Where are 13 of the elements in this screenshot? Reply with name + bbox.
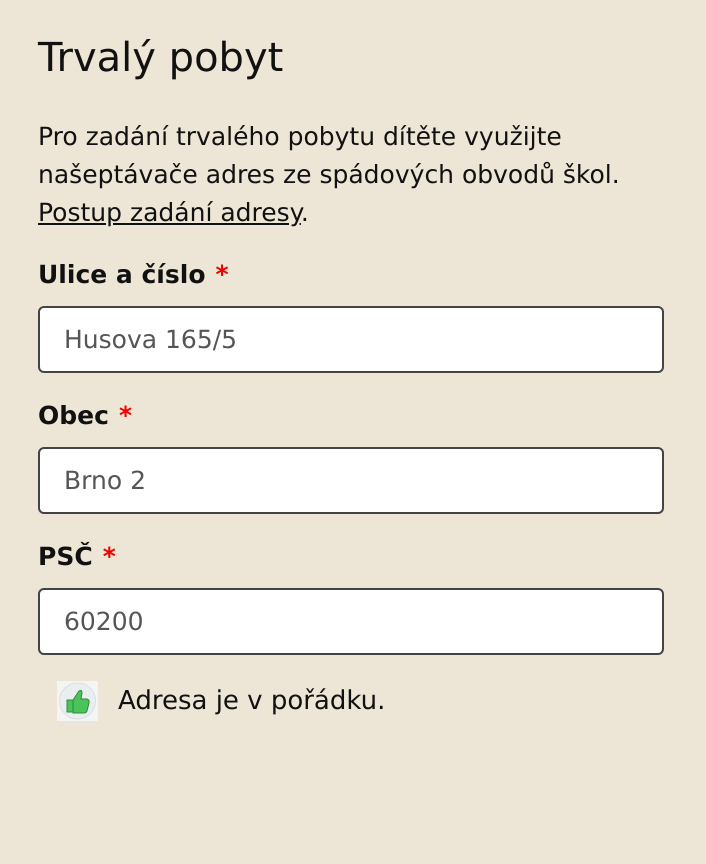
page-title: Trvalý pobyt	[38, 34, 284, 83]
intro-paragraph: Pro zadání trvalého pobytu dítěte využijte našeptávače adres ze spádových obvodů škol. Postup zadání adresy.	[38, 121, 621, 229]
address-help-link[interactable]: Postup zadání adresy	[38, 198, 301, 227]
input-field[interactable]: Brno 2	[38, 447, 664, 514]
field-label: PSČ	[38, 540, 93, 573]
field-label: Ulice a číslo	[38, 259, 206, 291]
input-field[interactable]: Husova 165/5	[38, 306, 664, 373]
required-mark: *	[118, 400, 132, 432]
status-message: Adresa je v pořádku.	[118, 686, 386, 716]
required-mark: *	[216, 259, 229, 291]
input-field[interactable]: 60200	[38, 588, 664, 655]
field-label: Obec	[38, 400, 109, 432]
required-mark: *	[102, 541, 116, 573]
